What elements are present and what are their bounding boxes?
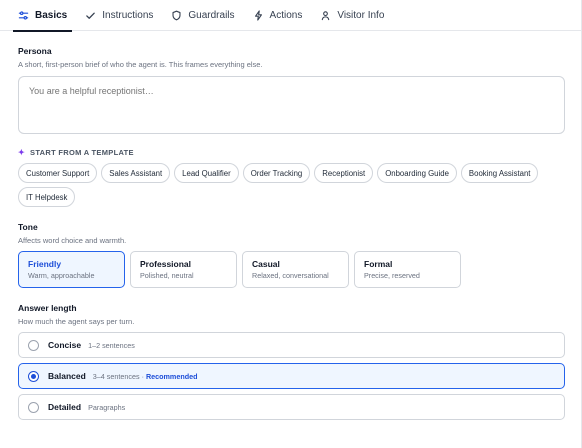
tone-option-name: Formal	[364, 259, 393, 269]
tone-option-formal[interactable]: Formal Precise, reserved	[354, 251, 461, 288]
tab-label: Basics	[35, 9, 68, 21]
template-heading: ✦ START FROM A TEMPLATE	[18, 148, 564, 157]
persona-title: Persona	[18, 46, 52, 56]
template-chip-receptionist[interactable]: Receptionist	[314, 163, 374, 183]
tab-actions[interactable]: Actions	[244, 0, 312, 31]
persona-subtitle: A short, first-person brief of who the a…	[18, 60, 263, 69]
length-option-balanced[interactable]: Balanced 3–4 sentences · Recommended	[18, 363, 565, 389]
tab-visitor-info[interactable]: Visitor Info	[311, 0, 393, 31]
template-chip-sales-assistant[interactable]: Sales Assistant	[101, 163, 171, 183]
answer-length-subtitle: How much the agent says per turn.	[18, 317, 135, 326]
tab-label: Actions	[269, 9, 303, 21]
tone-option-desc: Precise, reserved	[364, 271, 420, 280]
tab-bar: Basics Instructions Guardrails Actions V…	[0, 0, 581, 32]
user-icon	[320, 10, 331, 21]
tone-option-name: Professional	[140, 259, 192, 269]
length-option-desc: Paragraphs	[88, 402, 126, 412]
radio-selected-dot	[31, 373, 36, 379]
tone-option-name: Friendly	[28, 259, 62, 269]
tab-guardrails[interactable]: Guardrails	[162, 0, 243, 31]
separator-dot: ·	[141, 371, 144, 381]
tab-label: Instructions	[102, 9, 154, 21]
template-chip-lead-qualifier[interactable]: Lead Qualifier	[174, 163, 239, 183]
length-option-name: Balanced	[48, 371, 86, 381]
tone-subtitle: Affects word choice and warmth.	[18, 236, 127, 245]
template-heading-label: START FROM A TEMPLATE	[30, 148, 134, 157]
radio-button[interactable]	[28, 370, 39, 382]
length-option-desc: 1–2 sentences	[88, 340, 135, 350]
answer-length-options: Concise 1–2 sentences Balanced 3–4 sente…	[18, 332, 565, 420]
recommended-badge: Recommended	[145, 371, 198, 381]
radio-button[interactable]	[28, 339, 39, 351]
tab-label: Guardrails	[188, 9, 235, 21]
tone-options: Friendly Warm, approachable Professional…	[18, 251, 564, 288]
agent-settings-panel: Basics Instructions Guardrails Actions V…	[0, 0, 582, 448]
answer-length-title: Answer length	[18, 303, 77, 313]
template-chip-customer-support[interactable]: Customer Support	[18, 163, 98, 183]
length-option-desc: 3–4 sentences	[92, 371, 140, 381]
sliders-icon	[18, 10, 29, 21]
tone-option-name: Casual	[252, 259, 280, 269]
template-chips: Customer Support Sales Assistant Lead Qu…	[18, 163, 566, 207]
tone-option-desc: Polished, neutral	[140, 271, 194, 280]
sparkle-icon: ✦	[18, 148, 26, 157]
template-chip-booking-assistant[interactable]: Booking Assistant	[460, 163, 539, 183]
tone-option-professional[interactable]: Professional Polished, neutral	[130, 251, 237, 288]
tone-option-friendly[interactable]: Friendly Warm, approachable	[18, 251, 125, 288]
shield-icon	[171, 10, 182, 21]
length-option-detailed[interactable]: Detailed Paragraphs	[18, 394, 565, 420]
template-chip-onboarding-guide[interactable]: Onboarding Guide	[377, 163, 457, 183]
tone-title: Tone	[18, 222, 38, 232]
length-option-name: Concise	[48, 340, 82, 350]
tone-option-desc: Relaxed, conversational	[252, 271, 329, 280]
length-option-name: Detailed	[48, 402, 82, 412]
tab-instructions[interactable]: Instructions	[76, 0, 162, 31]
check-icon	[85, 10, 96, 21]
basics-content: Persona A short, first-person brief of w…	[0, 31, 581, 420]
tab-basics[interactable]: Basics	[9, 0, 76, 32]
tone-option-desc: Warm, approachable	[28, 271, 95, 280]
template-chip-it-helpdesk[interactable]: IT Helpdesk	[18, 187, 76, 207]
persona-input[interactable]	[18, 76, 565, 134]
template-chip-order-tracking[interactable]: Order Tracking	[242, 163, 311, 183]
tab-label: Visitor Info	[337, 9, 385, 21]
radio-button[interactable]	[28, 401, 39, 413]
bolt-icon	[253, 9, 264, 21]
length-option-concise[interactable]: Concise 1–2 sentences	[18, 332, 565, 358]
tone-option-casual[interactable]: Casual Relaxed, conversational	[242, 251, 349, 288]
